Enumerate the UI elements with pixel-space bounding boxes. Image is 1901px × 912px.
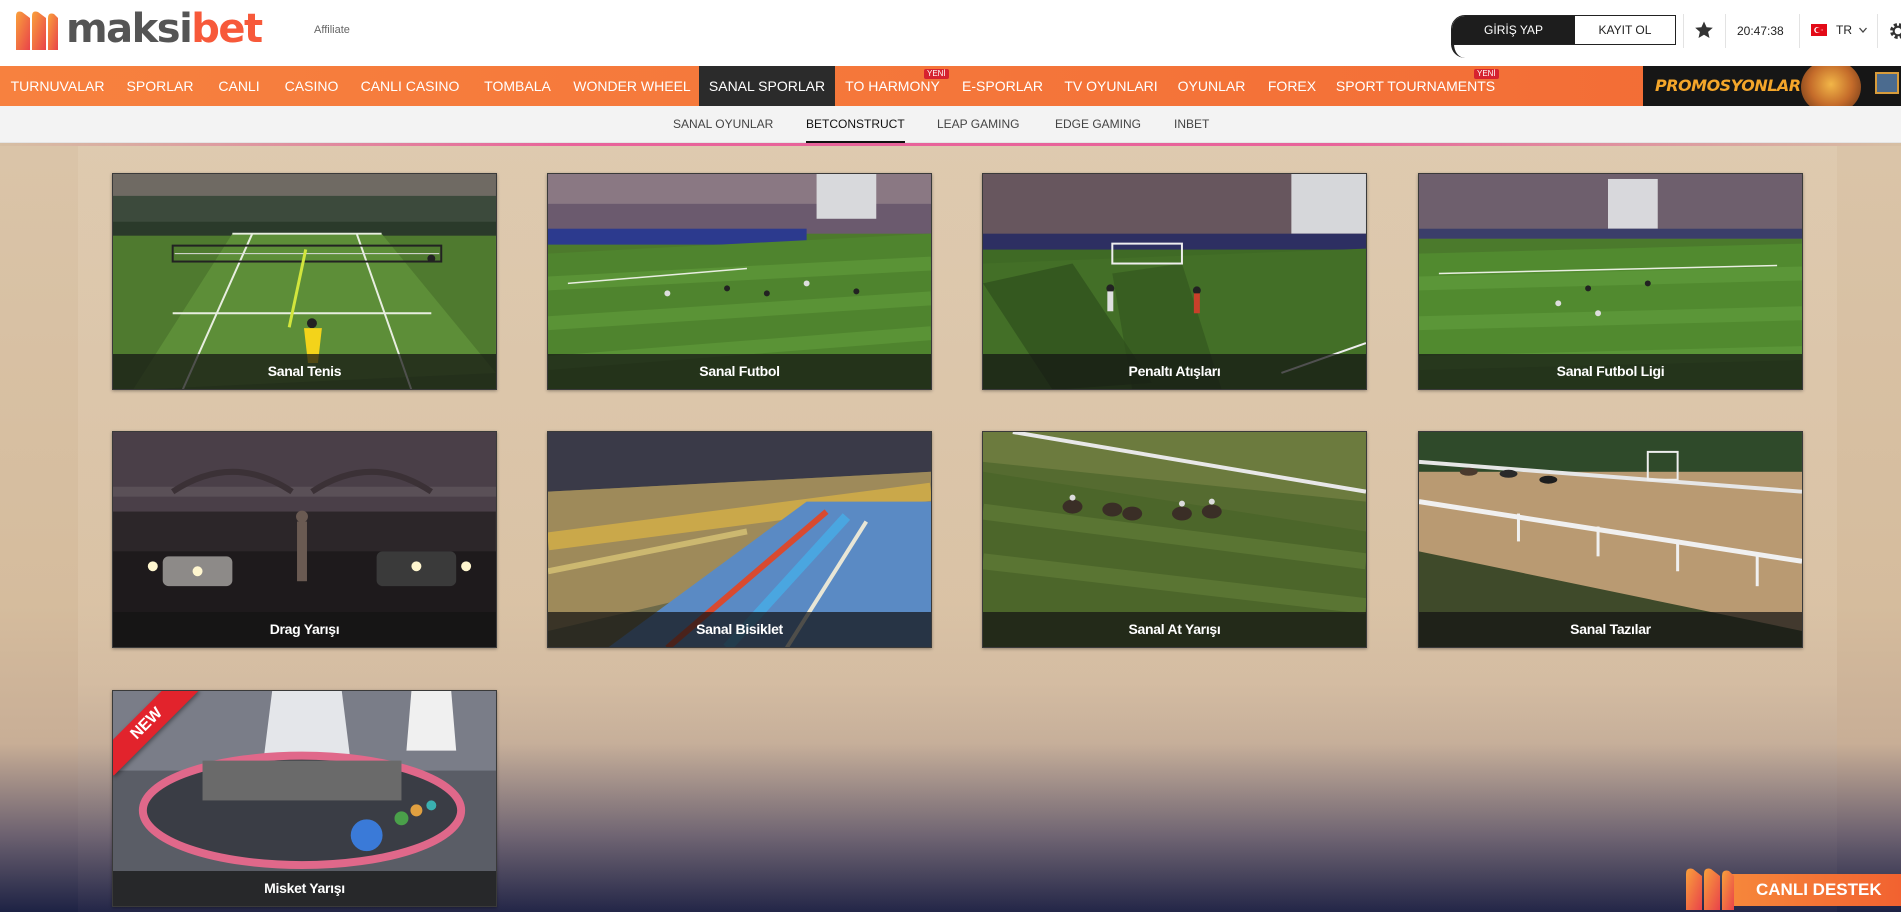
nav-item-sporlar[interactable]: SPORLAR bbox=[115, 66, 205, 106]
auth-decoration bbox=[1451, 44, 1469, 58]
auth-buttons: GİRİŞ YAP KAYIT OL bbox=[1451, 15, 1676, 45]
game-title: Sanal Tazılar bbox=[1570, 621, 1651, 637]
nav-item-label: TO HARMONY bbox=[845, 78, 940, 94]
nav-item-canli-casino[interactable]: CANLI CASINO bbox=[350, 66, 470, 106]
game-title: Sanal Tenis bbox=[267, 363, 342, 379]
live-support-button[interactable]: CANLI DESTEK bbox=[1684, 864, 1901, 912]
top-header: maksibet Affiliate GİRİŞ YAP KAYIT OL 20… bbox=[0, 0, 1901, 66]
star-icon[interactable] bbox=[1694, 20, 1714, 40]
nav-item-sport-tournaments[interactable]: SPORT TOURNAMENTS YENİ bbox=[1328, 66, 1503, 106]
login-button[interactable]: GİRİŞ YAP bbox=[1452, 16, 1575, 44]
promo-thumbnail-image bbox=[1875, 72, 1899, 94]
nav-item-forex[interactable]: FOREX bbox=[1256, 66, 1328, 106]
maksibet-support-logo-icon bbox=[1686, 868, 1734, 910]
game-title: Sanal At Yarışı bbox=[1128, 621, 1221, 637]
nav-item-to-harmony[interactable]: TO HARMONY YENİ bbox=[835, 66, 950, 106]
game-card-penalti-atislari[interactable]: Penaltı Atışları bbox=[982, 173, 1367, 390]
nav-item-canli[interactable]: CANLI bbox=[205, 66, 273, 106]
subnav-sanal-oyunlar[interactable]: SANAL OYUNLAR bbox=[673, 106, 773, 143]
subnav-leap-gaming[interactable]: LEAP GAMING bbox=[937, 106, 1019, 143]
nav-item-label: SPORT TOURNAMENTS bbox=[1335, 78, 1496, 94]
language-selector[interactable]: TR bbox=[1836, 23, 1852, 37]
game-title: Misket Yarışı bbox=[264, 880, 345, 896]
nav-item-sanal-sporlar[interactable]: SANAL SPORLAR bbox=[699, 66, 835, 106]
game-card-drag-yarisi[interactable]: Drag Yarışı bbox=[112, 431, 497, 648]
promo-medal-image bbox=[1801, 66, 1861, 106]
subnav-betconstruct[interactable]: BETCONSTRUCT bbox=[806, 106, 905, 143]
nav-item-tv-oyunlari[interactable]: TV OYUNLARI bbox=[1055, 66, 1167, 106]
game-card-sanal-at-yarisi[interactable]: Sanal At Yarışı bbox=[982, 431, 1367, 648]
turkey-flag-icon[interactable] bbox=[1811, 24, 1827, 36]
subnav-edge-gaming[interactable]: EDGE GAMING bbox=[1055, 106, 1141, 143]
nav-item-e-sporlar[interactable]: E-SPORLAR bbox=[950, 66, 1055, 106]
game-card-sanal-futbol[interactable]: Sanal Futbol bbox=[547, 173, 932, 390]
promotions-label: PROMOSYONLAR bbox=[1655, 76, 1801, 95]
nav-item-wonder-wheel[interactable]: WONDER WHEEL bbox=[565, 66, 699, 106]
game-card-sanal-tenis[interactable]: Sanal Tenis bbox=[112, 173, 497, 390]
main-nav: TURNUVALAR SPORLAR CANLI CASINO CANLI CA… bbox=[0, 66, 1901, 106]
game-title: Penaltı Atışları bbox=[1128, 363, 1221, 379]
nav-item-tombala[interactable]: TOMBALA bbox=[470, 66, 565, 106]
affiliate-link[interactable]: Affiliate bbox=[314, 24, 350, 36]
game-card-sanal-tazilar[interactable]: Sanal Tazılar bbox=[1418, 431, 1803, 648]
sub-nav: SANAL OYUNLAR BETCONSTRUCT LEAP GAMING E… bbox=[0, 106, 1901, 143]
game-card-sanal-futbol-ligi[interactable]: Sanal Futbol Ligi bbox=[1418, 173, 1803, 390]
subnav-inbet[interactable]: INBET bbox=[1174, 106, 1209, 143]
header-divider bbox=[1877, 14, 1878, 48]
header-divider bbox=[1683, 14, 1684, 48]
new-badge: YENİ bbox=[924, 69, 949, 79]
live-support-label: CANLI DESTEK bbox=[1726, 874, 1901, 906]
chevron-down-icon[interactable] bbox=[1858, 25, 1868, 35]
game-title: Sanal Bisiklet bbox=[696, 621, 783, 637]
game-card-misket-yarisi[interactable]: NEW Misket Yarışı bbox=[112, 690, 497, 907]
clock: 20:47:38 bbox=[1737, 24, 1784, 38]
game-card-sanal-bisiklet[interactable]: Sanal Bisiklet bbox=[547, 431, 932, 648]
maksibet-logo-mark bbox=[16, 11, 58, 50]
maksibet-logo[interactable]: maksibet bbox=[12, 4, 263, 58]
nav-item-oyunlar[interactable]: OYUNLAR bbox=[1167, 66, 1256, 106]
gear-icon[interactable] bbox=[1888, 21, 1901, 41]
header-divider bbox=[1799, 14, 1800, 48]
new-badge: YENİ bbox=[1474, 69, 1499, 79]
nav-item-turnuvalar[interactable]: TURNUVALAR bbox=[0, 66, 115, 106]
promotions-banner[interactable]: PROMOSYONLAR bbox=[1643, 66, 1901, 106]
register-button[interactable]: KAYIT OL bbox=[1575, 16, 1675, 44]
game-title: Drag Yarışı bbox=[269, 621, 340, 637]
logo-wordmark: maksibet bbox=[66, 6, 263, 52]
nav-item-casino[interactable]: CASINO bbox=[273, 66, 350, 106]
game-title: Sanal Futbol bbox=[699, 363, 780, 379]
header-divider bbox=[1725, 14, 1726, 48]
game-title: Sanal Futbol Ligi bbox=[1556, 363, 1665, 379]
